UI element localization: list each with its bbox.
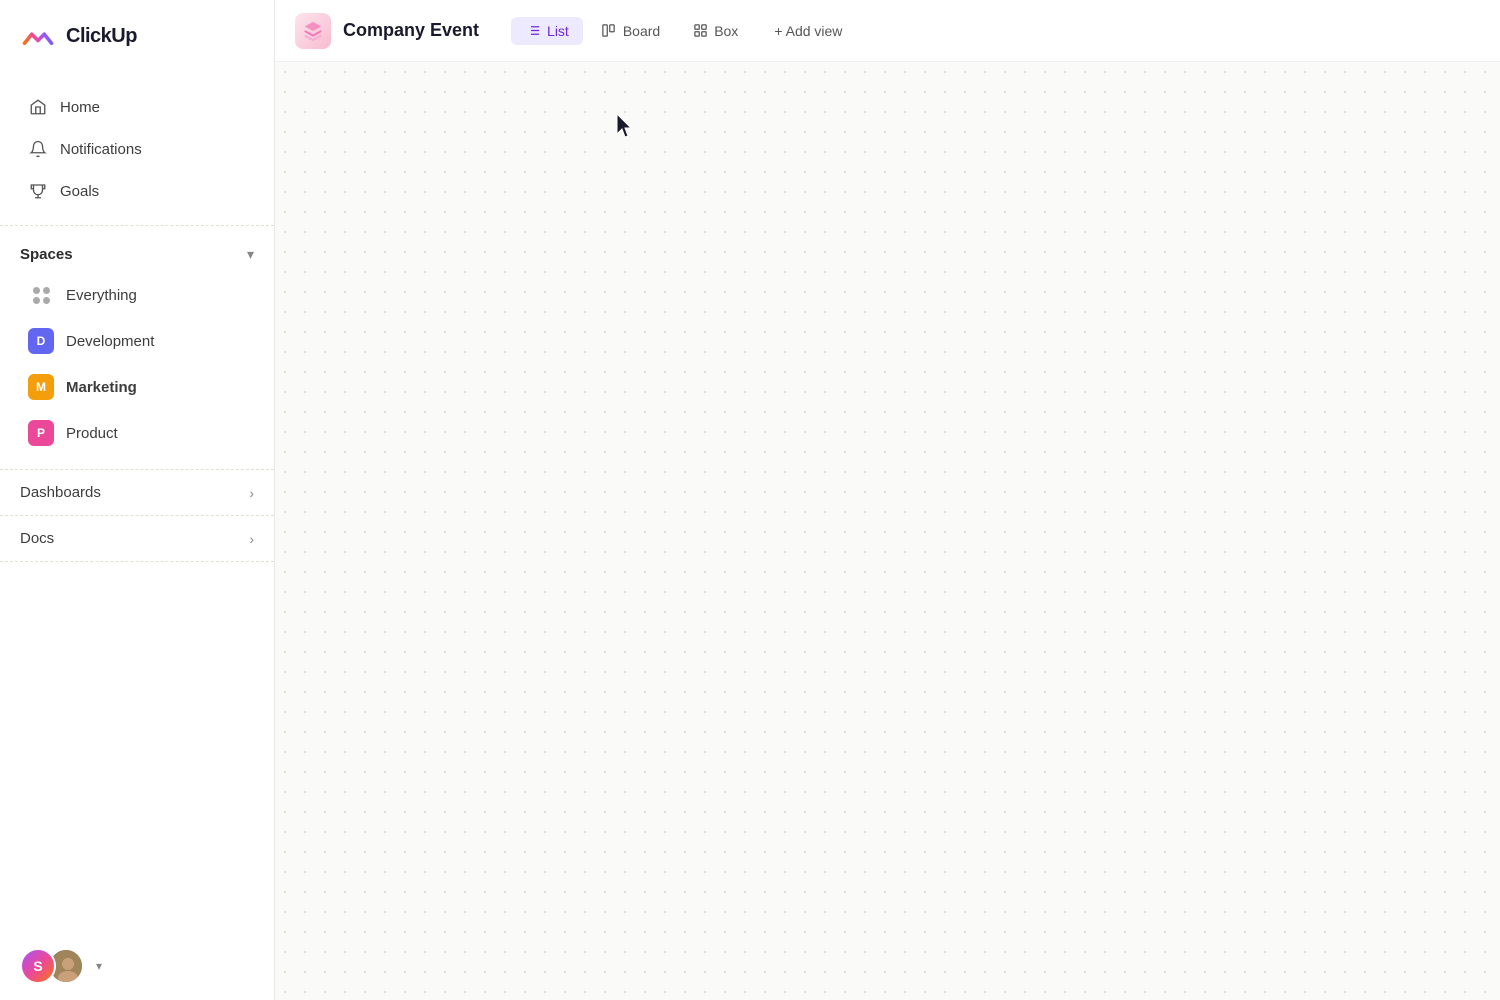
sidebar-item-everything[interactable]: Everything bbox=[8, 273, 266, 317]
add-view-label: + Add view bbox=[774, 23, 842, 39]
sidebar-item-notifications[interactable]: Notifications bbox=[8, 129, 266, 169]
chevron-right-icon-docs: › bbox=[249, 531, 254, 547]
sidebar-item-home[interactable]: Home bbox=[8, 87, 266, 127]
avatar-chevron-icon: ▾ bbox=[96, 959, 102, 973]
tab-box-label: Box bbox=[714, 23, 738, 39]
main-workspace bbox=[275, 62, 1500, 1000]
docs-label: Docs bbox=[20, 530, 54, 547]
avatar-user-s: S bbox=[20, 948, 56, 984]
tab-list-label: List bbox=[547, 23, 569, 39]
project-title: Company Event bbox=[343, 20, 479, 41]
sidebar: ClickUp Home Notifications bbox=[0, 0, 275, 1000]
cursor bbox=[615, 112, 635, 145]
spaces-section: Spaces ▾ Everything D Development bbox=[0, 226, 274, 470]
sidebar-item-product[interactable]: P Product bbox=[8, 411, 266, 455]
sidebar-nav: Home Notifications Goals bbox=[0, 73, 274, 226]
view-tabs: List Board bbox=[511, 17, 856, 45]
sidebar-item-docs[interactable]: Docs › bbox=[0, 516, 274, 561]
home-icon bbox=[28, 97, 48, 117]
spaces-header[interactable]: Spaces ▾ bbox=[0, 238, 274, 271]
sidebar-item-dashboards[interactable]: Dashboards › bbox=[0, 470, 274, 515]
space-label-product: Product bbox=[66, 425, 118, 442]
sidebar-item-marketing[interactable]: M Marketing bbox=[8, 365, 266, 409]
spaces-title: Spaces bbox=[20, 246, 73, 263]
clickup-logo-icon bbox=[20, 18, 56, 54]
avatar-group: S bbox=[20, 948, 84, 984]
box-icon bbox=[692, 23, 708, 39]
main-content: Company Event List bbox=[275, 0, 1500, 1000]
bell-icon bbox=[28, 139, 48, 159]
space-label-marketing: Marketing bbox=[66, 379, 137, 396]
sidebar-item-goals[interactable]: Goals bbox=[8, 171, 266, 211]
logo-area[interactable]: ClickUp bbox=[0, 0, 274, 73]
sidebar-item-label-goals: Goals bbox=[60, 183, 99, 200]
everything-dots-icon bbox=[28, 282, 54, 308]
space-label-everything: Everything bbox=[66, 287, 137, 304]
tab-board[interactable]: Board bbox=[587, 17, 674, 45]
space-avatar-marketing: M bbox=[28, 374, 54, 400]
dashboards-label: Dashboards bbox=[20, 484, 101, 501]
space-label-development: Development bbox=[66, 333, 154, 350]
tab-board-label: Board bbox=[623, 23, 660, 39]
board-icon bbox=[601, 23, 617, 39]
sidebar-item-development[interactable]: D Development bbox=[8, 319, 266, 363]
dashboards-section: Dashboards › bbox=[0, 470, 274, 516]
list-icon bbox=[525, 23, 541, 39]
sidebar-footer[interactable]: S ▾ bbox=[0, 932, 274, 1000]
chevron-right-icon: › bbox=[249, 485, 254, 501]
docs-section: Docs › bbox=[0, 516, 274, 562]
trophy-icon bbox=[28, 181, 48, 201]
space-avatar-development: D bbox=[28, 328, 54, 354]
sidebar-item-label-home: Home bbox=[60, 99, 100, 116]
tab-box[interactable]: Box bbox=[678, 17, 752, 45]
space-avatar-product: P bbox=[28, 420, 54, 446]
tab-list[interactable]: List bbox=[511, 17, 583, 45]
topbar: Company Event List bbox=[275, 0, 1500, 62]
chevron-down-icon: ▾ bbox=[247, 246, 254, 263]
project-icon bbox=[295, 13, 331, 49]
sidebar-item-label-notifications: Notifications bbox=[60, 141, 142, 158]
logo-text: ClickUp bbox=[66, 25, 137, 48]
add-view-button[interactable]: + Add view bbox=[760, 17, 856, 45]
